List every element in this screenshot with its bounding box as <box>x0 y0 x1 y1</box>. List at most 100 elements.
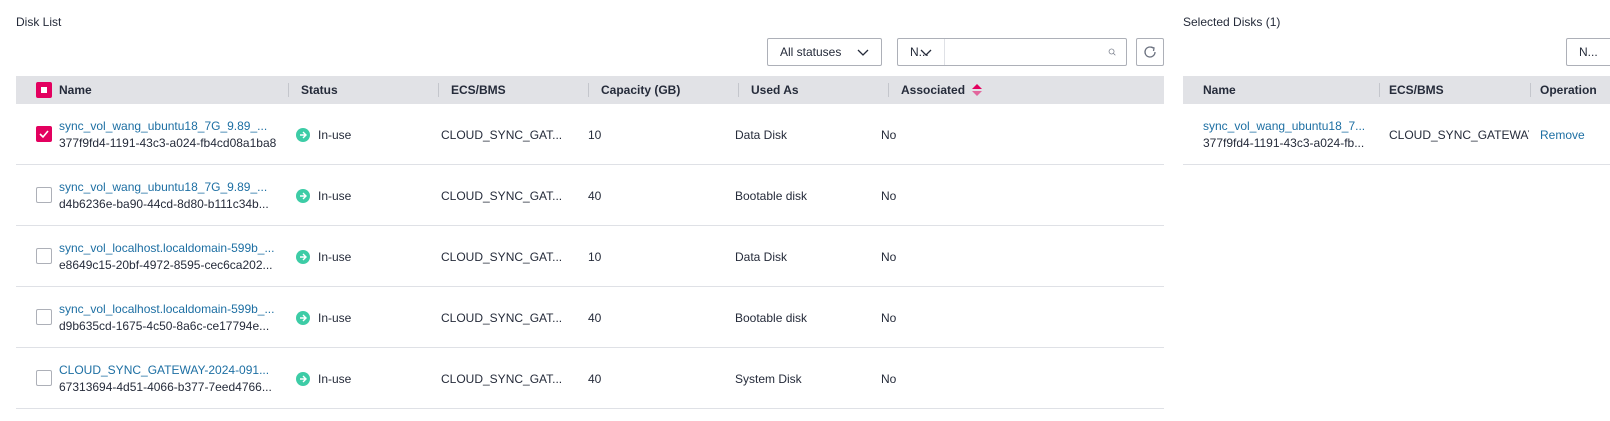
selected-table: Name ECS/BMS Operation sync_vol_wang_ubu… <box>1183 76 1610 165</box>
status-cell: In-use <box>296 348 426 409</box>
disk-name-link[interactable]: CLOUD_SYNC_GATEWAY-2024-091... <box>59 363 279 377</box>
col-divider <box>1379 83 1380 97</box>
disk-id: d4b6236e-ba90-44cd-8d80-b111c34b... <box>59 197 269 211</box>
row-checkbox[interactable] <box>36 248 52 264</box>
status-text: In-use <box>318 188 352 203</box>
disk-table: Name Status ECS/BMS Capacity (GB) Used A… <box>16 76 1164 409</box>
used-as-value: Bootable disk <box>735 188 808 203</box>
name-cell: CLOUD_SYNC_GATEWAY-2024-091... 67313694-… <box>59 348 279 409</box>
ecs-cell: CLOUD_SYNC_GATEWAY <box>1389 104 1529 165</box>
ecs-cell: CLOUD_SYNC_GAT... <box>441 165 581 226</box>
disk-name-link[interactable]: sync_vol_wang_ubuntu18_7G_9.89_... <box>59 180 279 194</box>
status-text: In-use <box>318 127 352 142</box>
search-input[interactable] <box>944 39 1108 65</box>
refresh-button[interactable] <box>1136 38 1164 66</box>
disk-id: d9b635cd-1675-4c50-8a6c-ce17794e... <box>59 319 270 333</box>
disk-list-title: Disk List <box>16 15 62 29</box>
associated-cell: No <box>881 348 1011 409</box>
sort-icon[interactable] <box>971 83 983 97</box>
col-operation: Operation <box>1540 83 1597 97</box>
capacity-value: 40 <box>588 188 602 203</box>
col-name: Name <box>1203 83 1236 97</box>
disk-id: 377f9fd4-1191-43c3-a024-fb4cd08a1ba8 <box>59 136 277 150</box>
disk-name-link[interactable]: sync_vol_wang_ubuntu18_7G_9.89_... <box>59 119 279 133</box>
col-divider <box>738 83 739 97</box>
table-row: sync_vol_wang_ubuntu18_7G_9.89_... 377f9… <box>16 104 1164 165</box>
associated-value: No <box>881 127 897 142</box>
selected-disks-title: Selected Disks (1) <box>1183 15 1281 29</box>
used-as-cell: Data Disk <box>735 104 865 165</box>
col-associated-label: Associated <box>901 83 966 97</box>
indeterminate-icon <box>41 87 47 93</box>
name-cell: sync_vol_wang_ubuntu18_7G_9.89_... 377f9… <box>59 104 279 165</box>
status-filter-select[interactable]: All statuses <box>767 38 882 66</box>
disk-name-link[interactable]: sync_vol_localhost.localdomain-599b_... <box>59 241 279 255</box>
col-associated[interactable]: Associated <box>901 76 983 104</box>
col-divider <box>888 83 889 97</box>
table-row: CLOUD_SYNC_GATEWAY-2024-091... 67313694-… <box>16 348 1164 409</box>
table-row: sync_vol_localhost.localdomain-599b_... … <box>16 226 1164 287</box>
associated-cell: No <box>881 226 1011 287</box>
ecs-name: CLOUD_SYNC_GAT... <box>441 188 563 203</box>
capacity-value: 40 <box>588 371 602 386</box>
capacity-value: 10 <box>588 249 602 264</box>
capacity-cell: 40 <box>588 348 718 409</box>
ecs-name: CLOUD_SYNC_GATEWAY <box>1389 127 1529 142</box>
ecs-name: CLOUD_SYNC_GAT... <box>441 249 563 264</box>
search-box: N... <box>897 38 1127 66</box>
col-divider <box>438 83 439 97</box>
disk-id: 377f9fd4-1191-43c3-a024-fb... <box>1203 136 1365 150</box>
ecs-cell: CLOUD_SYNC_GAT... <box>441 104 581 165</box>
col-divider <box>288 83 289 97</box>
remove-link[interactable]: Remove <box>1540 128 1610 142</box>
associated-value: No <box>881 310 897 325</box>
disk-name-link[interactable]: sync_vol_localhost.localdomain-599b_... <box>59 302 279 316</box>
disk-id: e8649c15-20bf-4972-8595-cec6ca202... <box>59 258 273 272</box>
chevron-down-icon <box>857 49 869 56</box>
row-checkbox[interactable] <box>36 126 52 142</box>
capacity-cell: 10 <box>588 226 718 287</box>
status-in-use-icon <box>296 249 310 264</box>
ecs-cell: CLOUD_SYNC_GAT... <box>441 226 581 287</box>
search-icon[interactable] <box>1108 44 1116 60</box>
capacity-cell: 40 <box>588 165 718 226</box>
col-ecs: ECS/BMS <box>1389 83 1444 97</box>
associated-value: No <box>881 249 897 264</box>
row-checkbox[interactable] <box>36 370 52 386</box>
selected-search-property-value: N... <box>1579 45 1598 59</box>
used-as-value: Data Disk <box>735 127 788 142</box>
used-as-cell: System Disk <box>735 348 865 409</box>
check-icon <box>39 130 49 139</box>
status-text: In-use <box>318 249 352 264</box>
capacity-cell: 40 <box>588 287 718 348</box>
disk-name-link[interactable]: sync_vol_wang_ubuntu18_7... <box>1203 119 1371 133</box>
status-text: In-use <box>318 310 352 325</box>
row-checkbox[interactable] <box>36 309 52 325</box>
table-row: sync_vol_localhost.localdomain-599b_... … <box>16 287 1164 348</box>
used-as-value: Data Disk <box>735 249 788 264</box>
status-cell: In-use <box>296 226 426 287</box>
selected-search-property-select[interactable]: N... <box>1566 38 1610 66</box>
select-all-checkbox[interactable] <box>36 82 52 98</box>
name-cell: sync_vol_localhost.localdomain-599b_... … <box>59 287 279 348</box>
ecs-cell: CLOUD_SYNC_GAT... <box>441 348 581 409</box>
status-text: In-use <box>318 371 352 386</box>
disk-table-body: sync_vol_wang_ubuntu18_7G_9.89_... 377f9… <box>16 104 1164 409</box>
capacity-value: 10 <box>588 127 602 142</box>
status-in-use-icon <box>296 188 310 203</box>
col-divider <box>588 83 589 97</box>
col-capacity: Capacity (GB) <box>601 83 681 97</box>
row-checkbox[interactable] <box>36 187 52 203</box>
col-name: Name <box>59 83 92 97</box>
associated-value: No <box>881 371 897 386</box>
status-in-use-icon <box>296 371 310 386</box>
status-cell: In-use <box>296 165 426 226</box>
operation-cell: Remove <box>1540 104 1610 165</box>
search-property-select[interactable]: N... <box>898 39 945 65</box>
used-as-cell: Bootable disk <box>735 287 865 348</box>
associated-cell: No <box>881 104 1011 165</box>
disk-id: 67313694-4d51-4066-b377-7eed4766... <box>59 380 272 394</box>
used-as-value: Bootable disk <box>735 310 808 325</box>
name-cell: sync_vol_localhost.localdomain-599b_... … <box>59 226 279 287</box>
used-as-cell: Bootable disk <box>735 165 865 226</box>
